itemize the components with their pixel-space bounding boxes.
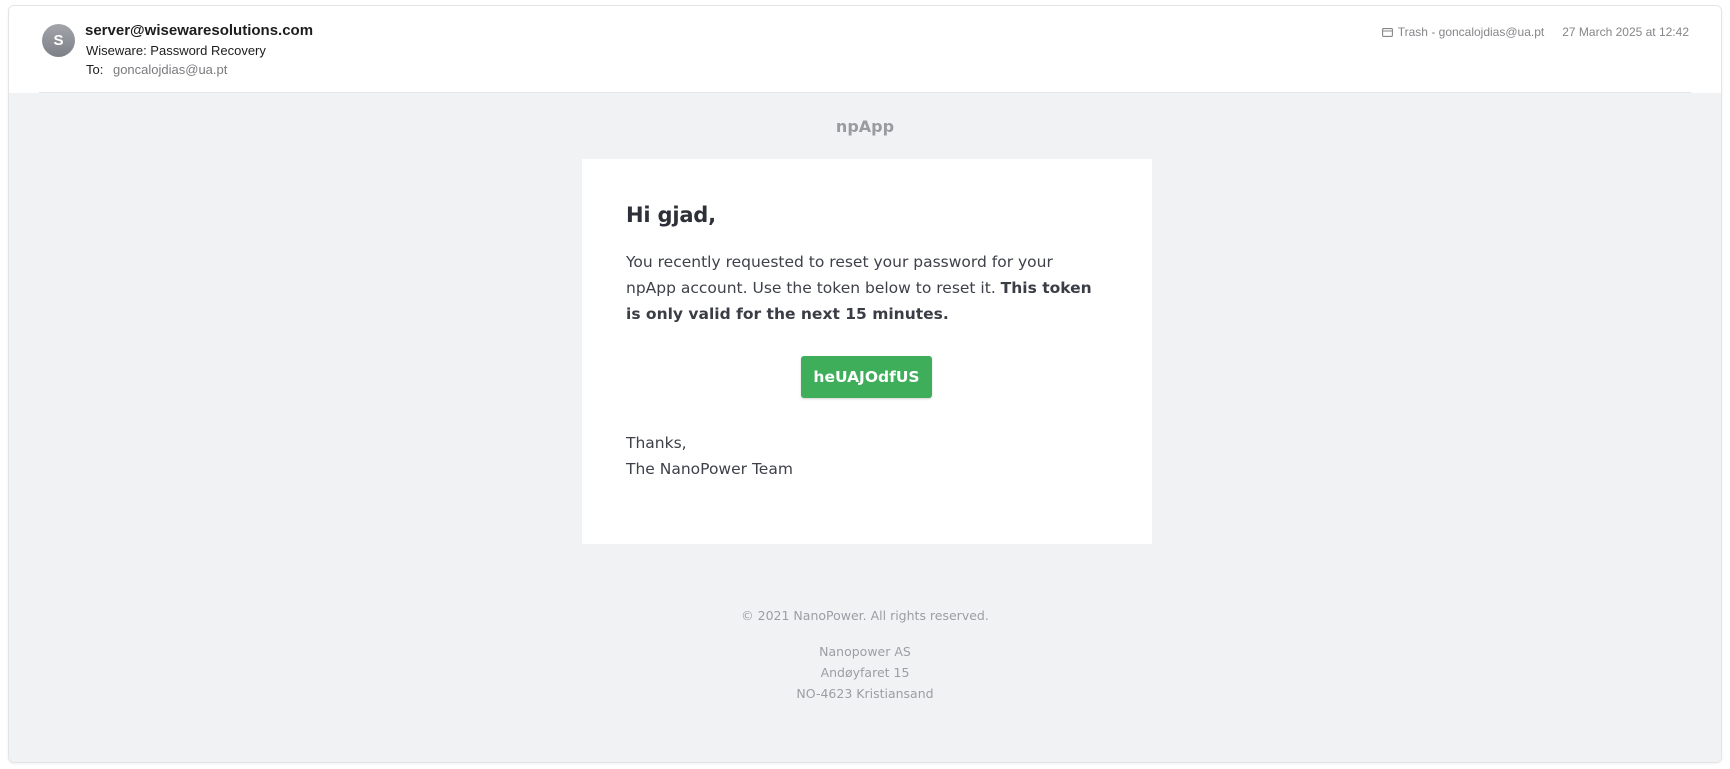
to-label: To:: [86, 62, 104, 77]
company-city: NO-4623 Kristiansand: [796, 686, 934, 701]
email-card: Hi gjad, You recently requested to reset…: [582, 159, 1152, 544]
signoff-thanks: Thanks,: [626, 434, 687, 452]
sender-address[interactable]: server@wisewaresolutions.com: [85, 22, 313, 39]
message-text: You recently requested to reset your pas…: [626, 249, 1106, 327]
avatar-initial: S: [53, 32, 64, 49]
message-plain: You recently requested to reset your pas…: [626, 253, 1053, 297]
email-footer: © 2021 NanoPower. All rights reserved. N…: [9, 605, 1721, 704]
message-date: 27 March 2025 at 12:42: [1562, 25, 1689, 39]
sender-avatar: S: [42, 24, 75, 57]
company-name: Nanopower AS: [819, 644, 911, 659]
mailbox-name[interactable]: Trash - goncalojdias@ua.pt: [1398, 25, 1544, 39]
brand-name: npApp: [835, 117, 895, 136]
tray-folder-icon: [1381, 26, 1393, 40]
recipient-address[interactable]: goncalojdias@ua.pt: [113, 62, 227, 77]
message-header: S server@wisewaresolutions.com Wiseware:…: [9, 6, 1721, 93]
token-button[interactable]: heUAJOdfUS: [801, 356, 932, 398]
signoff: Thanks, The NanoPower Team: [626, 430, 793, 482]
signoff-team: The NanoPower Team: [626, 460, 793, 478]
company-address: Nanopower AS Andøyfaret 15 NO-4623 Krist…: [9, 641, 1721, 704]
company-street: Andøyfaret 15: [820, 665, 910, 680]
copyright: © 2021 NanoPower. All rights reserved.: [741, 608, 989, 623]
email-viewer: S server@wisewaresolutions.com Wiseware:…: [8, 5, 1722, 763]
recipient-line: To: goncalojdias@ua.pt: [86, 62, 227, 77]
email-body: npApp Hi gjad, You recently requested to…: [9, 93, 1721, 762]
message-meta: Trash - goncalojdias@ua.pt 27 March 2025…: [1381, 25, 1689, 40]
message-subject: Wiseware: Password Recovery: [86, 43, 266, 58]
greeting: Hi gjad,: [626, 203, 716, 227]
